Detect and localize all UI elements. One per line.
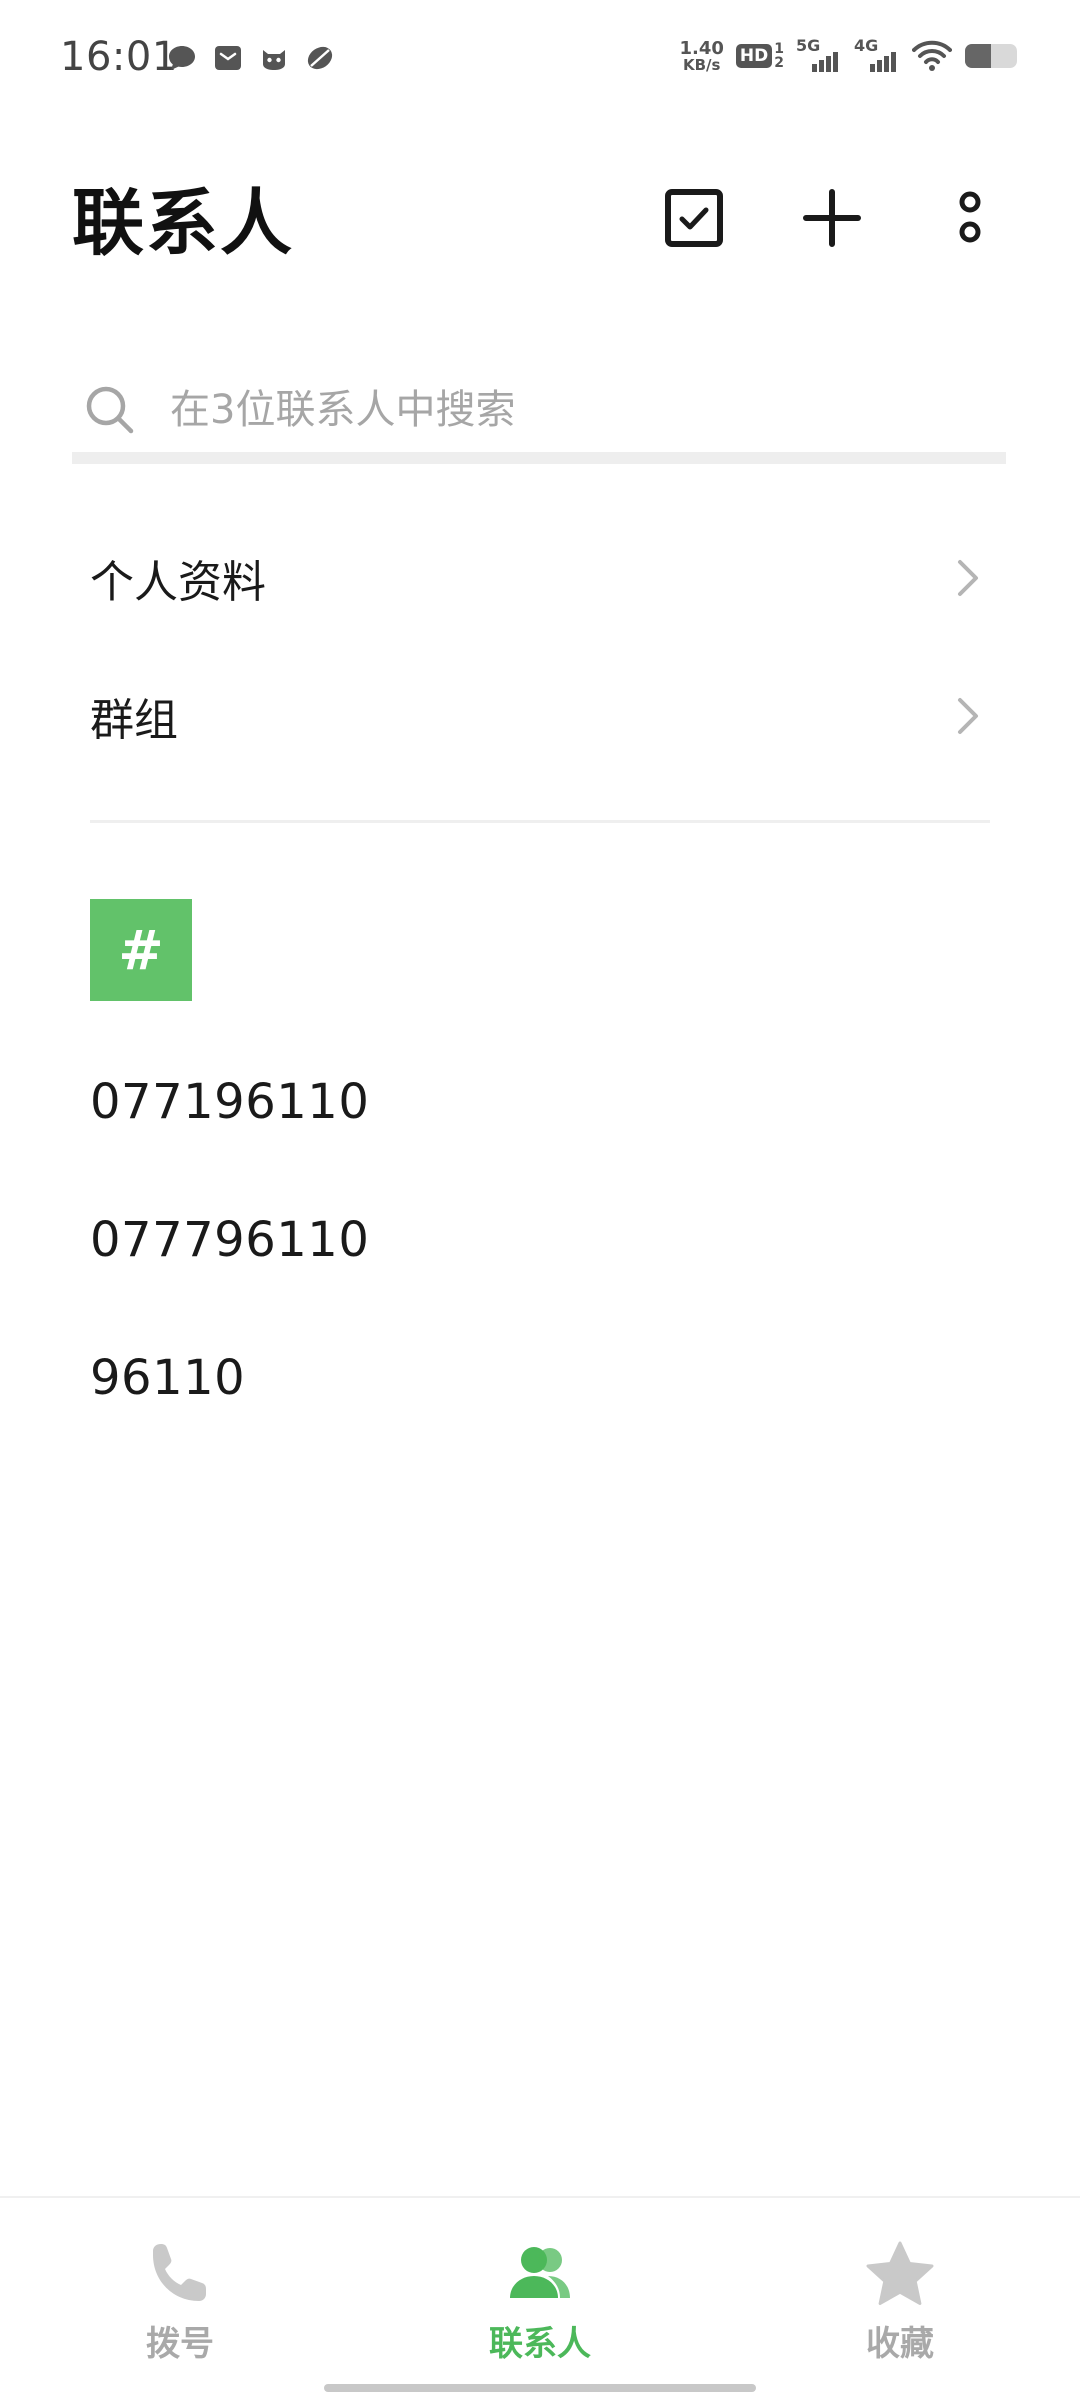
tab-dialer-label: 拨号	[146, 2324, 214, 2364]
leaf-icon	[307, 46, 333, 70]
bottom-nav: 拨号 联系人 收藏	[0, 2196, 1080, 2402]
notification-icons	[166, 42, 336, 74]
status-bar: 16:01 1.40 KB/s HD 12 5G 4G	[0, 0, 1080, 120]
tab-favorites-label: 收藏	[866, 2324, 934, 2364]
contact-name: 96110	[90, 1350, 246, 1406]
wifi-icon	[912, 40, 952, 71]
chevron-right-icon	[958, 560, 978, 596]
groups-row[interactable]: 群组	[90, 656, 990, 776]
contact-name: 077196110	[90, 1074, 370, 1130]
signal-4g-icon: 4G	[854, 36, 900, 74]
search-icon	[86, 386, 134, 434]
tab-contacts-label: 联系人	[489, 2324, 591, 2364]
tab-favorites[interactable]: 收藏	[780, 2238, 1020, 2368]
section-index-badge: #	[90, 899, 192, 1001]
chevron-right-icon	[958, 698, 978, 734]
phone-icon	[153, 2244, 206, 2301]
mail-icon	[215, 46, 241, 70]
select-button[interactable]	[662, 186, 726, 250]
search-input[interactable]	[168, 374, 992, 446]
select-checkbox-icon	[665, 189, 723, 247]
contacts-icon	[510, 2247, 570, 2298]
battery-icon	[965, 44, 1017, 68]
search-underline	[72, 452, 1006, 464]
tab-contacts[interactable]: 联系人	[420, 2238, 660, 2368]
star-icon	[866, 2241, 934, 2305]
cat-face-icon	[263, 50, 285, 70]
divider	[90, 820, 990, 823]
status-right-icons: 1.40 KB/s HD 12 5G 4G	[679, 36, 1020, 74]
net-speed-value: 1.40	[679, 37, 724, 59]
contact-item[interactable]: 077796110	[90, 1190, 990, 1290]
more-options-button[interactable]	[938, 186, 1002, 250]
hd-icon: HD 12	[735, 42, 784, 70]
tab-dialer[interactable]: 拨号	[60, 2238, 300, 2368]
search-bar[interactable]	[72, 360, 1006, 464]
status-time: 16:01	[60, 34, 178, 80]
contact-name: 077796110	[90, 1212, 370, 1268]
add-contact-button[interactable]	[800, 186, 864, 250]
contact-item[interactable]: 077196110	[90, 1052, 990, 1152]
net-speed-unit: KB/s	[682, 55, 721, 74]
hd-label: HD	[735, 44, 773, 68]
network-speed: 1.40 KB/s	[679, 37, 724, 74]
home-indicator[interactable]	[324, 2384, 756, 2392]
groups-label: 群组	[90, 695, 178, 746]
message-icon	[169, 46, 195, 70]
add-icon	[803, 189, 861, 247]
profile-label: 个人资料	[90, 557, 266, 608]
contact-item[interactable]: 96110	[90, 1328, 990, 1428]
signal-5g-icon: 5G	[796, 36, 842, 74]
profile-row[interactable]: 个人资料	[90, 518, 990, 638]
page-title: 联系人	[72, 181, 295, 265]
more-icon	[959, 191, 981, 243]
